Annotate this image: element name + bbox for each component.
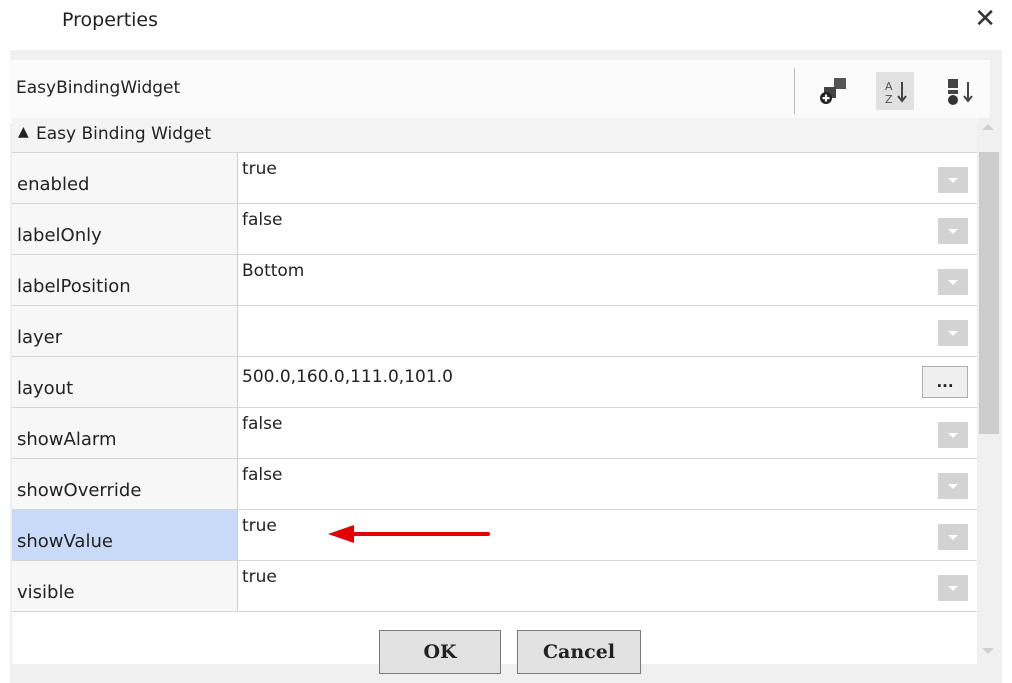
cancel-button[interactable]: Cancel: [517, 630, 641, 674]
collapse-icon[interactable]: ▲: [18, 124, 29, 140]
property-row-layer[interactable]: layer: [12, 306, 977, 357]
scroll-down-icon[interactable]: [982, 648, 994, 654]
svg-text:A: A: [885, 80, 893, 93]
property-value-cell[interactable]: false: [238, 459, 977, 509]
scroll-thumb[interactable]: [979, 152, 999, 434]
property-value: false: [242, 210, 283, 230]
property-name: labelPosition: [12, 255, 238, 305]
dialog-title: Properties: [62, 9, 159, 31]
property-name: showValue: [12, 510, 238, 560]
property-value: 500.0,160.0,111.0,101.0: [242, 367, 453, 387]
close-icon[interactable]: ✕: [974, 4, 996, 34]
property-name: labelOnly: [12, 204, 238, 254]
property-name: layout: [12, 357, 238, 407]
edit-layout-button[interactable]: ...: [922, 366, 968, 398]
dropdown-button[interactable]: [938, 218, 968, 244]
group-label: Easy Binding Widget: [36, 124, 211, 144]
property-value: true: [242, 516, 277, 536]
component-name: EasyBindingWidget: [16, 78, 181, 98]
property-row-visible[interactable]: visible true: [12, 561, 977, 612]
title-bar: Properties ✕: [0, 0, 1012, 50]
property-value-cell[interactable]: false: [238, 408, 977, 458]
property-name: showAlarm: [12, 408, 238, 458]
property-name: layer: [12, 306, 238, 356]
property-name: enabled: [12, 153, 238, 203]
property-value-cell[interactable]: 500.0,160.0,111.0,101.0 ...: [238, 357, 977, 407]
scroll-up-icon[interactable]: [982, 124, 994, 130]
property-row-enabled[interactable]: enabled true: [12, 153, 977, 204]
dropdown-button[interactable]: [938, 422, 968, 448]
dropdown-button[interactable]: [938, 320, 968, 346]
property-grid: ▲ Easy Binding Widget enabled true label…: [12, 118, 977, 664]
sort-alphabetical-button[interactable]: A Z: [876, 72, 914, 110]
property-value: true: [242, 567, 277, 587]
dropdown-button[interactable]: [938, 473, 968, 499]
annotation-arrow-icon: [328, 525, 490, 543]
sort-category-icon: [948, 79, 973, 105]
property-name: showOverride: [12, 459, 238, 509]
property-row-labelonly[interactable]: labelOnly false: [12, 204, 977, 255]
ok-button[interactable]: OK: [379, 630, 501, 674]
property-value-cell[interactable]: false: [238, 204, 977, 254]
dropdown-button[interactable]: [938, 167, 968, 193]
toolbar-separator: [794, 68, 795, 114]
property-value-cell[interactable]: [238, 306, 977, 356]
property-value-cell[interactable]: Bottom: [238, 255, 977, 305]
dropdown-button[interactable]: [938, 575, 968, 601]
property-value: false: [242, 465, 283, 485]
properties-header: EasyBindingWidget A Z: [10, 60, 990, 125]
property-value: true: [242, 159, 277, 179]
add-component-icon: [820, 78, 846, 104]
property-row-showvalue[interactable]: showValue true: [12, 510, 977, 561]
property-row-labelposition[interactable]: labelPosition Bottom: [12, 255, 977, 306]
sort-category-button[interactable]: [940, 72, 978, 110]
sort-alphabetical-icon: A Z: [885, 80, 907, 106]
property-row-showoverride[interactable]: showOverride false: [12, 459, 977, 510]
property-value-cell[interactable]: true: [238, 561, 977, 611]
property-value-cell[interactable]: true: [238, 510, 977, 560]
property-row-layout[interactable]: layout 500.0,160.0,111.0,101.0 ...: [12, 357, 977, 408]
dropdown-button[interactable]: [938, 524, 968, 550]
property-value: Bottom: [242, 261, 305, 281]
dropdown-button[interactable]: [938, 269, 968, 295]
svg-text:Z: Z: [885, 93, 893, 106]
property-row-showalarm[interactable]: showAlarm false: [12, 408, 977, 459]
property-name: visible: [12, 561, 238, 611]
property-value-cell[interactable]: true: [238, 153, 977, 203]
add-component-button[interactable]: [814, 72, 852, 110]
property-value: false: [242, 414, 283, 434]
properties-panel: EasyBindingWidget A Z ▲ Easy Binding Wid…: [10, 50, 1002, 683]
vertical-scrollbar[interactable]: [978, 118, 1000, 664]
group-header[interactable]: ▲ Easy Binding Widget: [12, 118, 977, 153]
